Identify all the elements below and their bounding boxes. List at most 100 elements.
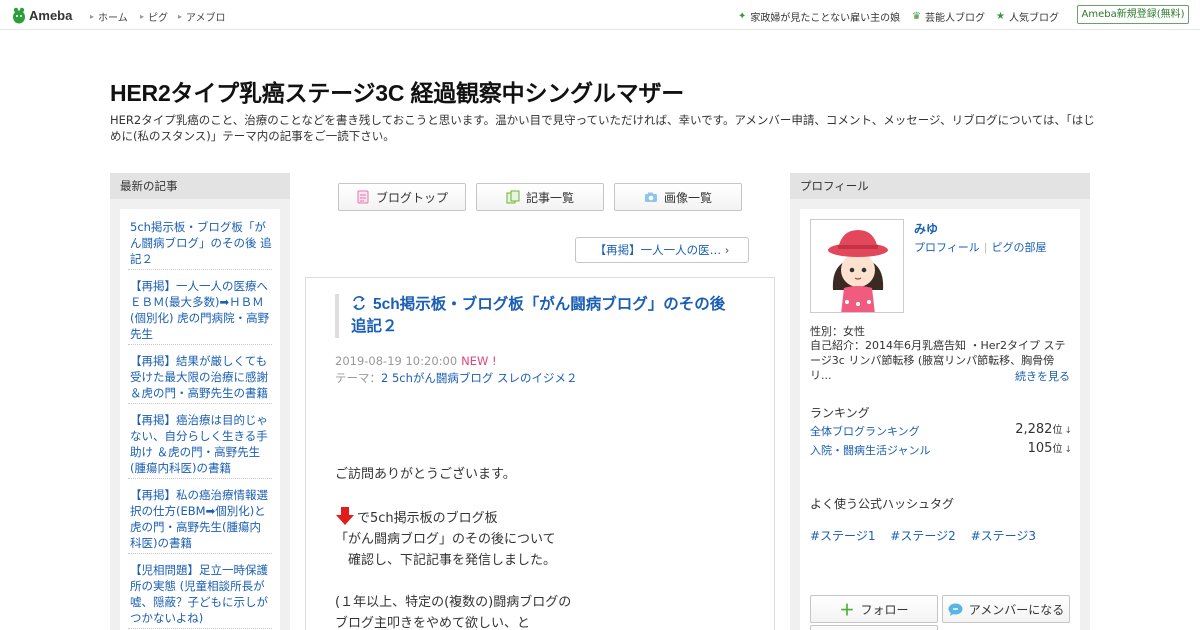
list-item[interactable]: 【再掲】私の癌治療情報選択の仕方(EBM➡個別化)と虎の門・高野先生(腫瘍内科医… bbox=[128, 479, 272, 554]
avatar[interactable] bbox=[810, 219, 904, 313]
nav-home-label: ホーム bbox=[98, 13, 128, 24]
body-line: 確認し、下記記事を発信しました。 bbox=[335, 553, 557, 568]
more-button[interactable] bbox=[810, 625, 938, 630]
theme-label: テーマ： bbox=[335, 371, 381, 385]
trend-link[interactable]: ✦ 家政婦が見たことない雇い主の娘 bbox=[738, 9, 900, 24]
previous-post-label: 【再掲】一人一人の医… bbox=[594, 243, 722, 257]
ranking-value: 2,282位 ↓ bbox=[1015, 421, 1072, 437]
ameba-logo[interactable]: Ameba bbox=[12, 6, 72, 24]
chevron-right-icon: ▸ bbox=[178, 12, 183, 21]
chevron-right-icon: ▸ bbox=[90, 12, 95, 21]
nav-pigg-label: ピグ bbox=[148, 13, 169, 24]
nav-pigg[interactable]: ▸ ピグ bbox=[140, 9, 168, 24]
chevron-right-icon: › bbox=[724, 243, 730, 257]
list-item[interactable]: 5ch掲示板・ブログ板「がん闘病ブログ」のその後 追記２ bbox=[128, 209, 272, 270]
theme-link[interactable]: 2 5chがん闘病ブログ スレのイジメ２ bbox=[381, 371, 578, 385]
image-list-label: 画像一覧 bbox=[663, 190, 712, 205]
blog-description: HER2タイプ乳癌のこと、治療のことなどを書き残しておこうと思います。温かい目で… bbox=[110, 113, 1095, 143]
ranking-value: 105位 ↓ bbox=[1028, 440, 1072, 456]
article-title-text: 5ch掲示板・ブログ板「がん闘病ブログ」のその後 追記２ bbox=[351, 296, 726, 335]
profile-name[interactable]: みゆ bbox=[914, 220, 938, 237]
blog-title[interactable]: HER2タイプ乳癌ステージ3C 経過観察中シングルマザー bbox=[110, 74, 684, 108]
article-list-button[interactable]: 記事一覧 bbox=[476, 183, 604, 211]
camera-icon bbox=[644, 192, 657, 202]
profile-link[interactable]: プロフィール bbox=[914, 241, 980, 254]
arrow-down-icon: ↓ bbox=[1064, 445, 1072, 455]
ameba-mascot-icon bbox=[13, 7, 25, 23]
ranking-row-overall: 全体ブログランキング 2,282位 ↓ bbox=[810, 421, 1072, 439]
nav-ameblo-label: アメブロ bbox=[186, 13, 226, 24]
ranking-title: ランキング bbox=[810, 406, 870, 420]
hashtag[interactable]: #ステージ3 bbox=[971, 529, 1036, 543]
hashtag-list: #ステージ1 #ステージ2 #ステージ3 bbox=[810, 527, 1047, 544]
profile-card: みゆ プロフィール | ピグの部屋 性別：女性 自己紹介：2014年6月乳癌告知 ・… bbox=[800, 209, 1080, 630]
hashtag[interactable]: #ステージ2 bbox=[890, 529, 955, 543]
amember-label: アメンバーになる bbox=[968, 602, 1065, 617]
celebrity-blog-label: 芸能人ブログ bbox=[924, 13, 985, 24]
rank-unit: 位 bbox=[1052, 444, 1063, 455]
list-item[interactable]: 【再掲】癌治療は目的じゃない、自分らしく生きる手助け ＆虎の門・高野先生(腫瘍内… bbox=[128, 404, 272, 479]
body-line-with-arrow: で5ch掲示板のブログ板 bbox=[335, 506, 755, 529]
avatar-image bbox=[811, 220, 903, 312]
rank-unit: 位 bbox=[1052, 425, 1063, 436]
sparkle-icon: ✦ bbox=[738, 11, 747, 22]
amember-button[interactable]: アメンバーになる bbox=[942, 595, 1070, 623]
body-line: 「がん闘病ブログ」のその後について bbox=[335, 532, 556, 547]
trend-link-label: 家政婦が見たことない雇い主の娘 bbox=[750, 13, 901, 24]
crown-icon: ♛ bbox=[912, 11, 921, 22]
logo-text: Ameba bbox=[29, 7, 73, 23]
read-more-link[interactable]: 続きを見る bbox=[1015, 368, 1070, 384]
rank-number: 105 bbox=[1027, 441, 1053, 456]
global-header: Ameba ▸ ホーム ▸ ピグ ▸ アメブロ ✦ 家政婦が見たことない雇い主の娘 ♛ 芸… bbox=[0, 0, 1200, 30]
plus-icon: ＋ bbox=[839, 600, 855, 619]
chat-bubble-icon bbox=[948, 603, 963, 616]
recent-posts-list: 5ch掲示板・ブログ板「がん闘病ブログ」のその後 追記２ 【再掲】一人一人の医療… bbox=[120, 209, 280, 630]
chevron-right-icon: ▸ bbox=[140, 12, 145, 21]
follow-label: フォロー bbox=[860, 602, 909, 617]
profile-links: プロフィール | ピグの部屋 bbox=[914, 239, 1047, 255]
article-list-label: 記事一覧 bbox=[525, 190, 574, 205]
article-theme: テーマ：2 5chがん闘病ブログ スレのイジメ２ bbox=[335, 370, 578, 386]
rank-number: 2,282 bbox=[1015, 422, 1053, 437]
article-date-text: 2019-08-19 10:20:00 bbox=[335, 354, 458, 368]
document-icon bbox=[357, 190, 369, 204]
list-item[interactable]: 【再掲】結果が厳しくても受けた最大限の治療に感謝 ＆虎の門・高野先生の書籍 bbox=[128, 345, 272, 404]
ranking-row-genre: 入院・闘病生活ジャンル 105位 ↓ bbox=[810, 440, 1072, 458]
blog-top-button[interactable]: ブログトップ bbox=[338, 183, 466, 211]
article-header: 5ch掲示板・ブログ板「がん闘病ブログ」のその後 追記２ bbox=[335, 294, 745, 338]
follow-button[interactable]: ＋ フォロー bbox=[810, 595, 938, 623]
red-arrow-down-icon bbox=[336, 507, 354, 525]
body-line: ブログ主叩きをやめて欲しい、と bbox=[335, 616, 531, 630]
nav-ameblo[interactable]: ▸ アメブロ bbox=[178, 9, 226, 24]
article-title[interactable]: 5ch掲示板・ブログ板「がん闘病ブログ」のその後 追記２ bbox=[351, 294, 745, 338]
celebrity-blog-link[interactable]: ♛ 芸能人ブログ bbox=[912, 9, 985, 24]
article-body: ご訪問ありがとうございます。 で5ch掲示板のブログ板 「がん闘病ブログ」のその… bbox=[335, 464, 755, 630]
copy-documents-icon bbox=[506, 190, 520, 204]
ranking-label[interactable]: 入院・闘病生活ジャンル bbox=[810, 444, 930, 457]
previous-post-link[interactable]: 【再掲】一人一人の医… › bbox=[575, 237, 749, 263]
ranking-label[interactable]: 全体ブログランキング bbox=[810, 425, 920, 438]
profile-heading: プロフィール bbox=[790, 173, 1090, 199]
nav-home[interactable]: ▸ ホーム bbox=[90, 9, 128, 24]
hashtag[interactable]: #ステージ1 bbox=[810, 529, 875, 543]
arrow-down-icon: ↓ bbox=[1064, 426, 1072, 436]
list-item[interactable]: 【児相問題】足立一時保護所の実態 (児童相談所長が嘘、隠蔽？子どもに示しがつかな… bbox=[128, 554, 272, 629]
article: 5ch掲示板・ブログ板「がん闘病ブログ」のその後 追記２ 2019-08-19 … bbox=[305, 277, 775, 630]
list-item[interactable]: 【再掲】一人一人の医療へ ＥＢＭ(最大多数)➡ＨＢＭ(個別化) 虎の門病院・高野… bbox=[128, 270, 272, 345]
popular-blog-link[interactable]: ★ 人気ブログ bbox=[996, 9, 1059, 24]
profile-gender: 性別：女性 bbox=[810, 325, 865, 338]
pigg-room-link[interactable]: ピグの部屋 bbox=[992, 241, 1047, 254]
body-line: で5ch掲示板のブログ板 bbox=[357, 511, 498, 526]
popular-blog-label: 人気ブログ bbox=[1008, 13, 1059, 24]
image-list-button[interactable]: 画像一覧 bbox=[614, 183, 742, 211]
body-line: (１年以上、特定の(複数の)闘病ブログの bbox=[335, 595, 572, 610]
divider: | bbox=[983, 241, 988, 254]
reblog-icon bbox=[353, 296, 365, 310]
article-date: 2019-08-19 10:20:00 NEW ! bbox=[335, 354, 497, 368]
register-button[interactable]: Ameba新規登録(無料) bbox=[1077, 5, 1189, 24]
body-line: ご訪問ありがとうございます。 bbox=[335, 467, 516, 482]
star-icon: ★ bbox=[996, 11, 1005, 22]
new-badge: NEW ! bbox=[461, 354, 497, 368]
recent-posts-heading: 最新の記事 bbox=[110, 173, 290, 199]
blog-top-label: ブログトップ bbox=[375, 190, 448, 205]
